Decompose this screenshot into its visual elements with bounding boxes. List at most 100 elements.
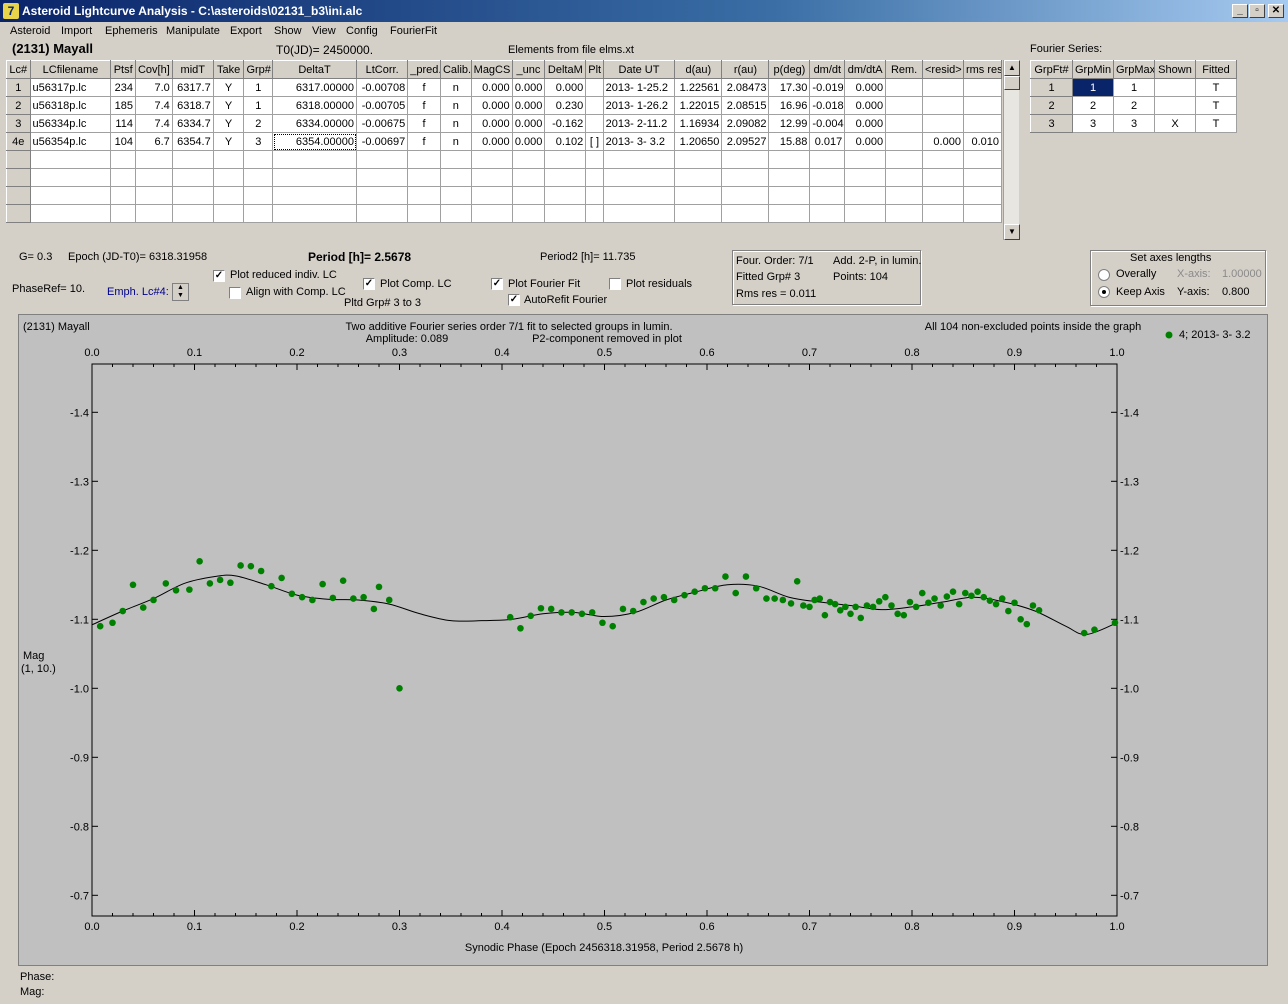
- row-header[interactable]: [6, 186, 31, 205]
- fourier-col-header[interactable]: GrpMin: [1072, 60, 1114, 79]
- table-cell[interactable]: 6317.7: [171, 78, 214, 97]
- table-cell[interactable]: 0.102: [544, 132, 587, 151]
- table-cell[interactable]: 0.000: [511, 78, 546, 97]
- table-cell[interactable]: 2.09082: [721, 114, 770, 133]
- lc-col-header[interactable]: MagCS: [470, 60, 513, 79]
- table-cell[interactable]: [134, 150, 173, 169]
- fourier-col-header[interactable]: GrpFt#: [1030, 60, 1073, 79]
- lc-col-header[interactable]: r(au): [721, 60, 770, 79]
- table-cell[interactable]: [407, 150, 441, 169]
- table-cell[interactable]: [585, 186, 604, 205]
- table-cell[interactable]: [809, 204, 846, 223]
- lc-col-header[interactable]: Grp#: [243, 60, 274, 79]
- plot-comp-checkbox[interactable]: ✓: [363, 278, 375, 290]
- table-cell[interactable]: [585, 150, 604, 169]
- table-cell[interactable]: 6334.7: [171, 114, 214, 133]
- table-cell[interactable]: [962, 96, 1003, 115]
- table-cell[interactable]: [844, 186, 887, 205]
- lc-col-header[interactable]: Date UT: [602, 60, 676, 79]
- table-cell[interactable]: [674, 150, 723, 169]
- plot-panel[interactable]: (2131) Mayall Two additive Fourier serie…: [18, 314, 1268, 966]
- table-cell[interactable]: [544, 168, 587, 187]
- row-header[interactable]: 3: [1030, 114, 1073, 133]
- table-cell[interactable]: 2.08515: [721, 96, 770, 115]
- table-row[interactable]: [6, 150, 1003, 169]
- table-cell[interactable]: -0.162: [544, 114, 587, 133]
- row-header[interactable]: [6, 168, 31, 187]
- table-cell[interactable]: [768, 186, 811, 205]
- table-cell[interactable]: n: [439, 132, 472, 151]
- menu-export[interactable]: Export: [230, 25, 262, 37]
- table-cell[interactable]: [885, 96, 923, 115]
- table-cell[interactable]: [470, 204, 513, 223]
- table-cell[interactable]: [585, 96, 604, 115]
- menu-fourierfit[interactable]: FourierFit: [390, 25, 437, 37]
- table-cell[interactable]: Y: [212, 78, 245, 97]
- table-cell[interactable]: Y: [212, 96, 245, 115]
- table-cell[interactable]: [1154, 96, 1196, 115]
- table-cell[interactable]: [110, 150, 136, 169]
- table-cell[interactable]: [29, 204, 112, 223]
- table-cell[interactable]: u56334p.lc: [29, 114, 112, 133]
- table-cell[interactable]: [922, 150, 964, 169]
- menu-import[interactable]: Import: [61, 25, 92, 37]
- table-cell[interactable]: T: [1195, 78, 1237, 97]
- table-cell[interactable]: n: [439, 96, 472, 115]
- table-cell[interactable]: [272, 204, 358, 223]
- table-cell[interactable]: [721, 168, 770, 187]
- menu-manipulate[interactable]: Manipulate: [166, 25, 220, 37]
- plot-fourier-checkbox[interactable]: ✓: [491, 278, 503, 290]
- table-row[interactable]: 333XT: [1030, 114, 1237, 133]
- lc-table-scrollbar[interactable]: ▲ ▼: [1003, 60, 1020, 240]
- table-cell[interactable]: 234: [110, 78, 136, 97]
- menu-show[interactable]: Show: [274, 25, 302, 37]
- table-cell[interactable]: [ ]: [585, 132, 604, 151]
- table-cell[interactable]: [470, 186, 513, 205]
- table-cell[interactable]: [1154, 78, 1196, 97]
- lc-col-header[interactable]: _unc: [511, 60, 546, 79]
- lc-col-header[interactable]: Calib.: [439, 60, 472, 79]
- table-cell[interactable]: 2.09527: [721, 132, 770, 151]
- table-cell[interactable]: [407, 168, 441, 187]
- row-header[interactable]: [6, 150, 31, 169]
- table-cell[interactable]: 0.000: [844, 96, 887, 115]
- table-cell[interactable]: [110, 204, 136, 223]
- table-cell[interactable]: [585, 204, 604, 223]
- table-cell[interactable]: u56318p.lc: [29, 96, 112, 115]
- table-cell[interactable]: -0.00697: [356, 132, 409, 151]
- table-cell[interactable]: [110, 186, 136, 205]
- table-cell[interactable]: [356, 150, 409, 169]
- table-cell[interactable]: [511, 204, 546, 223]
- table-cell[interactable]: [885, 132, 923, 151]
- table-cell[interactable]: X: [1154, 114, 1196, 133]
- table-cell[interactable]: [962, 204, 1003, 223]
- table-cell[interactable]: 15.88: [768, 132, 811, 151]
- table-cell[interactable]: [809, 150, 846, 169]
- lc-col-header[interactable]: <resid>: [922, 60, 964, 79]
- table-cell[interactable]: [768, 150, 811, 169]
- table-cell[interactable]: [356, 168, 409, 187]
- table-cell[interactable]: [585, 114, 604, 133]
- table-cell[interactable]: Y: [212, 132, 245, 151]
- table-cell[interactable]: [962, 114, 1003, 133]
- table-cell[interactable]: T: [1195, 114, 1237, 133]
- table-cell[interactable]: 16.96: [768, 96, 811, 115]
- table-cell[interactable]: 0.000: [844, 114, 887, 133]
- scroll-thumb[interactable]: [1004, 76, 1020, 90]
- table-cell[interactable]: 2.08473: [721, 78, 770, 97]
- table-cell[interactable]: [212, 204, 245, 223]
- table-cell[interactable]: [809, 186, 846, 205]
- restore-button[interactable]: ▫: [1249, 4, 1265, 18]
- table-cell[interactable]: 3: [1113, 114, 1155, 133]
- row-header[interactable]: 3: [6, 114, 31, 133]
- table-row[interactable]: [6, 204, 1003, 223]
- table-cell[interactable]: [243, 204, 274, 223]
- table-cell[interactable]: [544, 150, 587, 169]
- table-cell[interactable]: 6318.00000: [272, 96, 358, 115]
- table-cell[interactable]: [272, 168, 358, 187]
- table-cell[interactable]: [134, 168, 173, 187]
- table-cell[interactable]: [356, 186, 409, 205]
- table-cell[interactable]: 0.000: [511, 114, 546, 133]
- table-cell[interactable]: [885, 78, 923, 97]
- lc-col-header[interactable]: dm/dt: [809, 60, 846, 79]
